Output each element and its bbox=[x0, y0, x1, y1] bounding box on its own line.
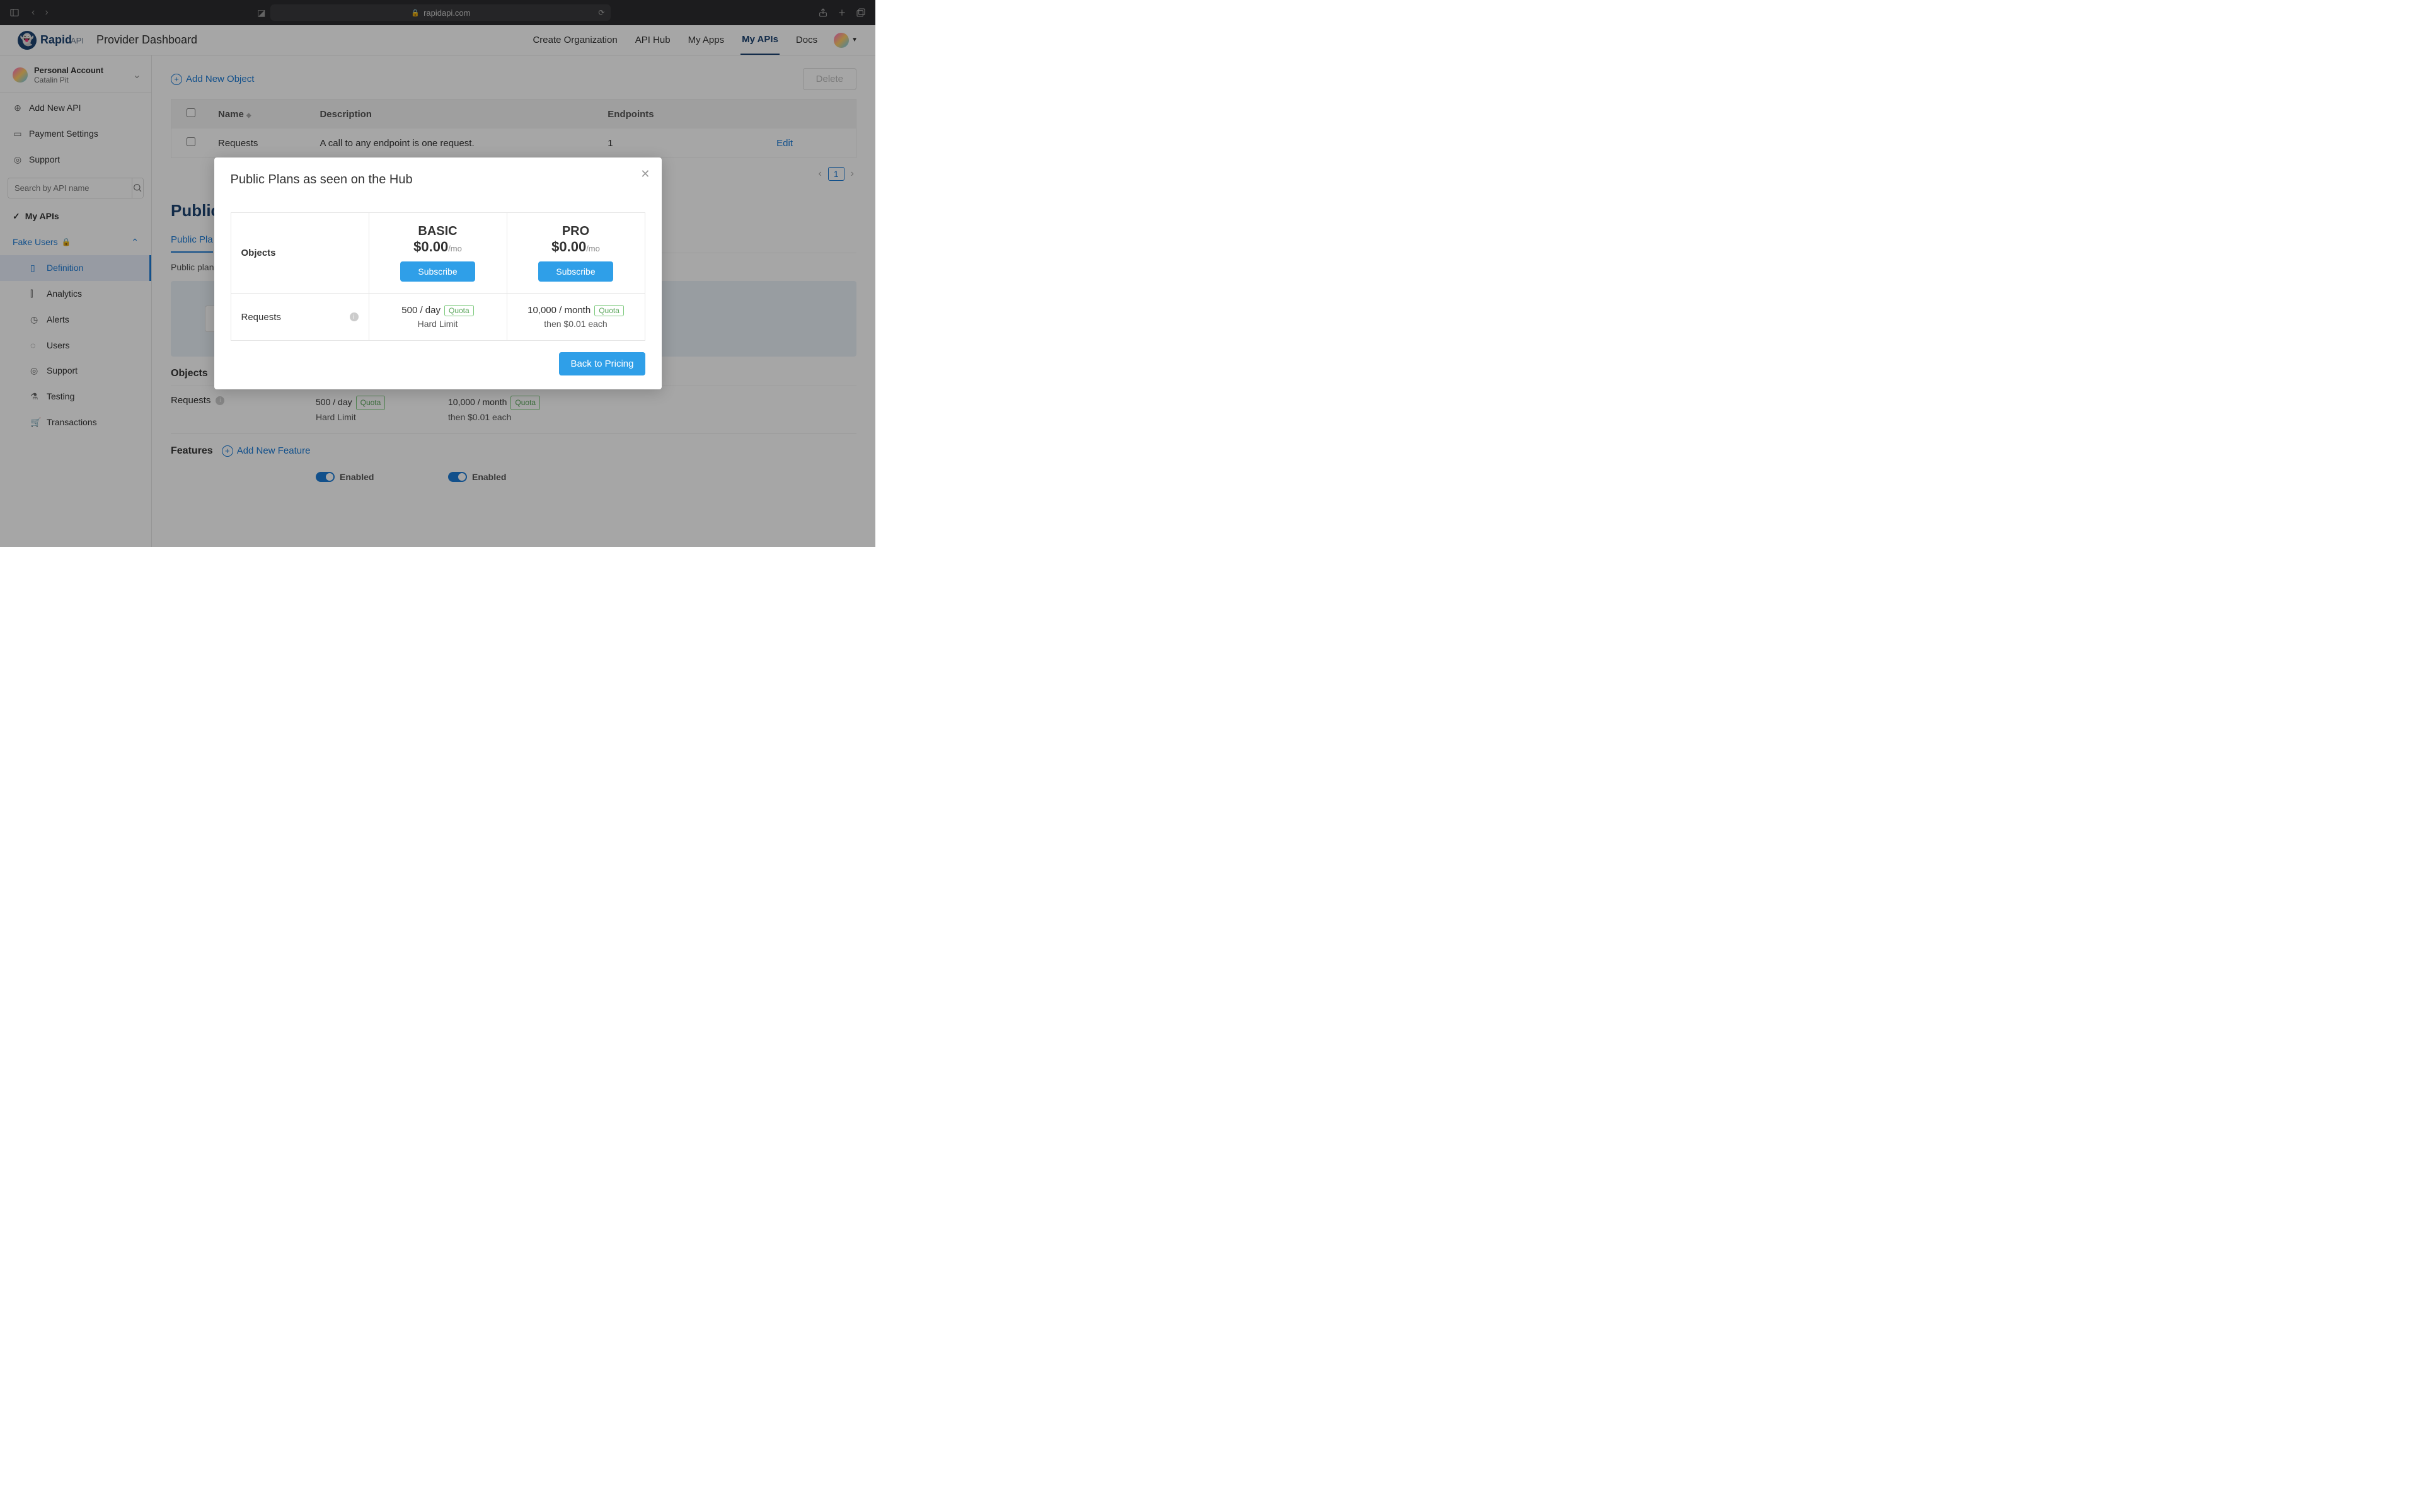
plan-basic-price: $0.00 bbox=[413, 239, 448, 255]
pro-limit: 10,000 / month bbox=[527, 305, 591, 316]
info-icon[interactable]: i bbox=[350, 312, 359, 321]
objects-heading-cell: Objects bbox=[231, 213, 369, 294]
subscribe-pro-button[interactable]: Subscribe bbox=[538, 261, 613, 282]
quota-badge: Quota bbox=[444, 305, 474, 316]
plans-modal: ✕ Public Plans as seen on the Hub Object… bbox=[214, 158, 662, 389]
plan-pro-period: /mo bbox=[586, 244, 600, 253]
back-to-pricing-button[interactable]: Back to Pricing bbox=[559, 352, 645, 375]
plan-pro-price: $0.00 bbox=[551, 239, 586, 255]
modal-overlay[interactable]: ✕ Public Plans as seen on the Hub Object… bbox=[0, 0, 875, 547]
pro-under: then $0.01 each bbox=[517, 319, 635, 329]
basic-limit: 500 / day bbox=[401, 305, 441, 316]
plans-table: Objects BASIC $0.00/mo Subscribe PRO $0.… bbox=[231, 212, 645, 341]
plan-basic-period: /mo bbox=[448, 244, 462, 253]
plan-basic-name: BASIC bbox=[379, 224, 497, 239]
requests-label: Requests bbox=[241, 312, 281, 323]
quota-badge: Quota bbox=[594, 305, 624, 316]
basic-under: Hard Limit bbox=[379, 319, 497, 329]
modal-title: Public Plans as seen on the Hub bbox=[231, 173, 645, 187]
subscribe-basic-button[interactable]: Subscribe bbox=[400, 261, 475, 282]
plan-pro-name: PRO bbox=[517, 224, 635, 239]
modal-close-button[interactable]: ✕ bbox=[640, 168, 650, 181]
